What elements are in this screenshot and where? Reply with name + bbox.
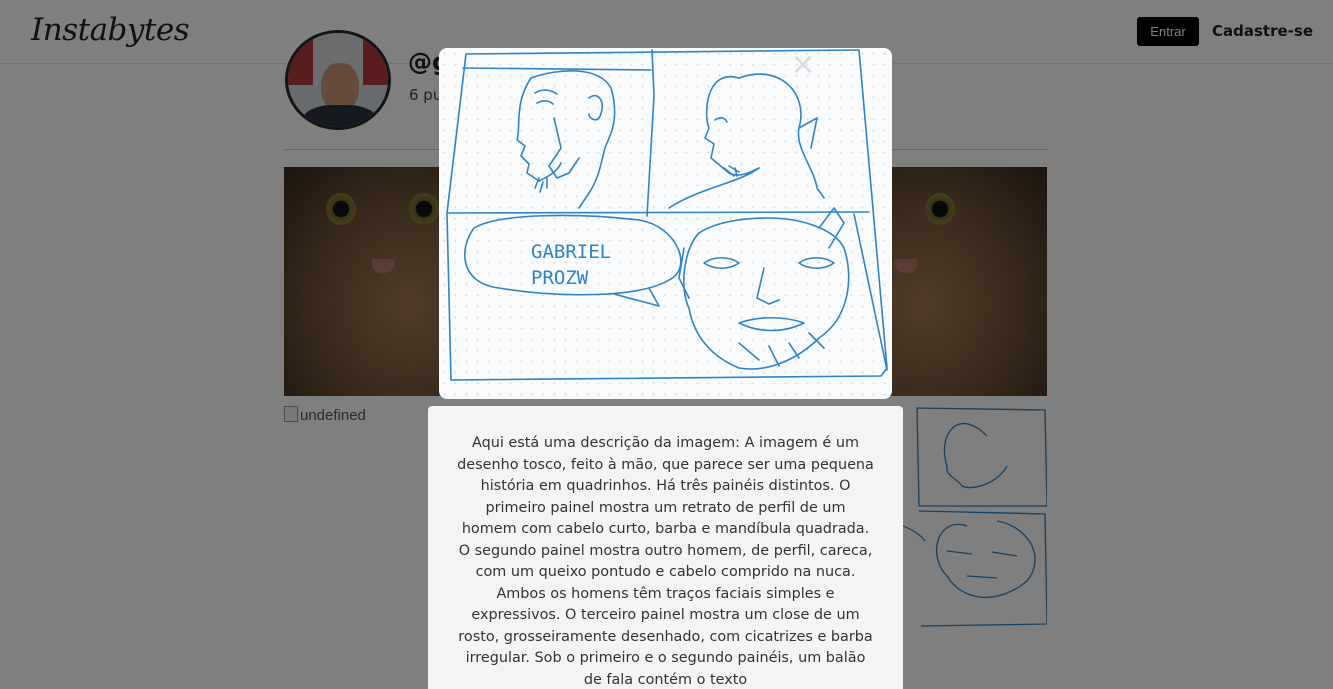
comic-sketch-drawing: GABRIEL PROZW xyxy=(446,49,888,381)
modal-image: GABRIEL PROZW xyxy=(439,48,892,399)
speech-bubble-text-line2: PROZW xyxy=(531,267,589,289)
modal-close-icon[interactable]: × xyxy=(788,50,818,80)
speech-bubble-text-line1: GABRIEL xyxy=(531,241,611,263)
modal-description-panel: Aqui está uma descrição da imagem: A ima… xyxy=(428,406,903,689)
image-description-text: Aqui está uma descrição da imagem: A ima… xyxy=(457,435,874,688)
